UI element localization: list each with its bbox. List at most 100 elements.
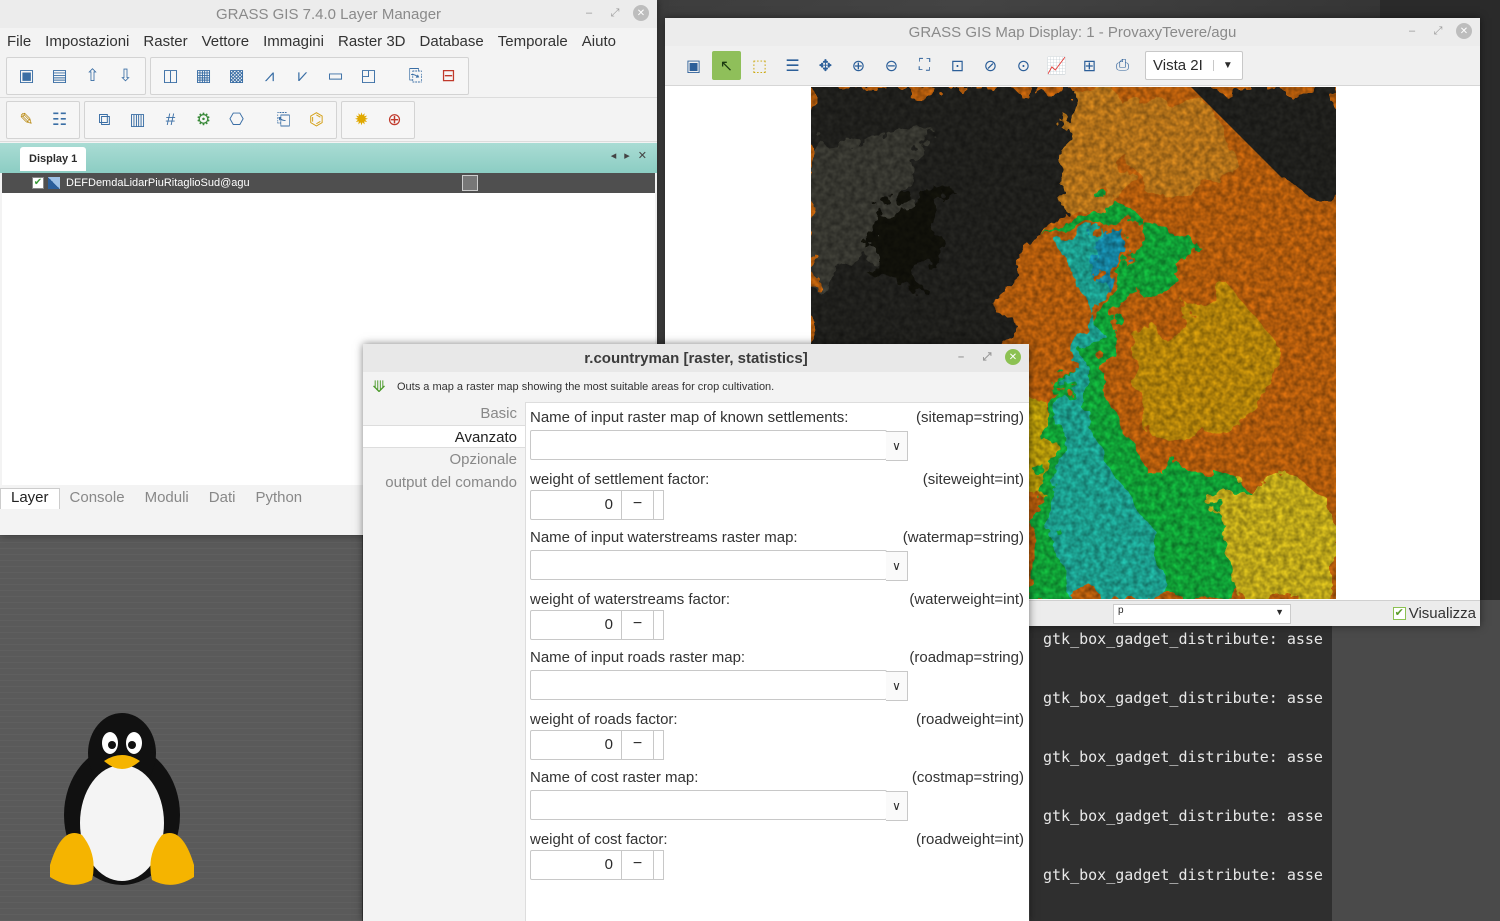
analyze-icon[interactable]: 📈 bbox=[1042, 51, 1071, 80]
save-map-icon[interactable]: ⎙ bbox=[1108, 51, 1137, 80]
increment-button[interactable] bbox=[654, 730, 664, 760]
georectify-icon[interactable]: ⧉ bbox=[91, 106, 118, 133]
tab-layer[interactable]: Layer bbox=[0, 488, 60, 509]
decrement-button[interactable]: − bbox=[622, 490, 654, 520]
script-icon[interactable]: ⎗ bbox=[270, 106, 297, 133]
menu-file[interactable]: File bbox=[7, 33, 31, 50]
maximize-icon[interactable]: ⤢ bbox=[1430, 23, 1446, 39]
remove-layer-icon[interactable]: ⊟ bbox=[435, 62, 462, 89]
decoration-icon[interactable]: ⊞ bbox=[1075, 51, 1104, 80]
settings-gear-icon[interactable]: ✹ bbox=[348, 106, 375, 133]
section-basic[interactable]: Basic bbox=[363, 402, 525, 425]
chevron-down-icon[interactable]: ∨ bbox=[886, 671, 908, 701]
zoom-extent-icon[interactable]: ⛶ bbox=[910, 51, 939, 80]
tab-close-icon[interactable]: ✕ bbox=[638, 149, 647, 162]
decrement-button[interactable]: − bbox=[622, 850, 654, 880]
cartographic-composer-icon[interactable]: ⎔ bbox=[223, 106, 250, 133]
menu-vector[interactable]: Vettore bbox=[202, 33, 250, 50]
increment-button[interactable] bbox=[654, 850, 664, 880]
terminal-window[interactable]: gtk_box_gadget_distribute: asse gtk_box_… bbox=[1030, 625, 1332, 921]
add-raster-misc-icon[interactable]: ▩ bbox=[223, 62, 250, 89]
minimize-icon[interactable]: – bbox=[581, 5, 597, 21]
tab-console[interactable]: Console bbox=[60, 489, 135, 509]
menu-temporal[interactable]: Temporale bbox=[498, 33, 568, 50]
select-icon[interactable]: ⬚ bbox=[745, 51, 774, 80]
menu-database[interactable]: Database bbox=[420, 33, 484, 50]
layer-visibility-checkbox[interactable]: ✔ bbox=[32, 177, 44, 189]
close-icon[interactable]: ✕ bbox=[1005, 349, 1021, 365]
maximize-icon[interactable]: ⤢ bbox=[979, 349, 995, 365]
close-icon[interactable]: ✕ bbox=[633, 5, 649, 21]
add-vector-icon[interactable]: ⩘ bbox=[256, 62, 283, 89]
add-raster-icon[interactable]: ▦ bbox=[190, 62, 217, 89]
pan-icon[interactable]: ✥ bbox=[811, 51, 840, 80]
module-dialog[interactable]: r.countryman [raster, statistics] – ⤢ ✕ … bbox=[363, 344, 1029, 921]
section-command-output[interactable]: output del comando bbox=[363, 471, 525, 494]
edit-vector-icon[interactable]: ✎ bbox=[13, 106, 40, 133]
calculator-icon[interactable]: ▥ bbox=[124, 106, 151, 133]
add-vector-misc-icon[interactable]: ⩗ bbox=[289, 62, 316, 89]
tab-left-icon[interactable]: ◂ bbox=[611, 149, 617, 162]
render-toggle[interactable]: ✔ Visualizza bbox=[1392, 605, 1476, 622]
costmap-combo[interactable]: ∨ bbox=[530, 790, 908, 821]
tab-display-1[interactable]: Display 1 bbox=[20, 147, 87, 171]
decrement-button[interactable]: − bbox=[622, 610, 654, 640]
increment-button[interactable] bbox=[654, 610, 664, 640]
import-icon[interactable]: ⎘ bbox=[402, 62, 429, 89]
pointer-icon[interactable]: ↖ bbox=[712, 51, 741, 80]
tab-right-icon[interactable]: ▸ bbox=[624, 149, 630, 162]
render-map-icon[interactable]: ▣ bbox=[679, 51, 708, 80]
section-advanced[interactable]: Avanzato bbox=[363, 425, 525, 448]
minimize-icon[interactable]: – bbox=[953, 349, 969, 365]
layer-item[interactable]: ✔ DEFDemdaLidarPiuRitaglioSud@agu bbox=[2, 173, 655, 193]
add-group-icon[interactable]: ▭ bbox=[322, 62, 349, 89]
help-lifebuoy-icon[interactable]: ⊕ bbox=[381, 106, 408, 133]
maximize-icon[interactable]: ⤢ bbox=[607, 5, 623, 21]
sitemap-combo[interactable]: ∨ bbox=[530, 430, 908, 461]
menu-help[interactable]: Aiuto bbox=[582, 33, 616, 50]
chevron-down-icon[interactable]: ∨ bbox=[886, 431, 908, 461]
zoom-options-icon[interactable]: ⊙ bbox=[1009, 51, 1038, 80]
zoom-out-icon[interactable]: ⊖ bbox=[877, 51, 906, 80]
layer-manager-titlebar[interactable]: GRASS GIS 7.4.0 Layer Manager – ⤢ ✕ bbox=[0, 0, 657, 28]
layer-options-icon[interactable] bbox=[462, 175, 478, 191]
new-workspace-icon[interactable]: ▤ bbox=[46, 62, 73, 89]
zoom-back-icon[interactable]: ⊘ bbox=[976, 51, 1005, 80]
attribute-table-icon[interactable]: ☷ bbox=[46, 106, 73, 133]
status-mode-select[interactable]: p ▼ bbox=[1113, 604, 1291, 624]
chevron-down-icon[interactable]: ▼ bbox=[1275, 607, 1284, 617]
increment-button[interactable] bbox=[654, 490, 664, 520]
roadmap-combo[interactable]: ∨ bbox=[530, 670, 908, 701]
menu-raster3d[interactable]: Raster 3D bbox=[338, 33, 406, 50]
tab-python[interactable]: Python bbox=[245, 489, 312, 509]
chevron-down-icon[interactable]: ∨ bbox=[886, 551, 908, 581]
add-layers-icon[interactable]: ◫ bbox=[157, 62, 184, 89]
chevron-down-icon[interactable]: ▼ bbox=[1212, 60, 1242, 71]
chevron-down-icon[interactable]: ∨ bbox=[886, 791, 908, 821]
view-selector[interactable]: Vista 2I ▼ bbox=[1145, 51, 1243, 80]
render-checkbox[interactable]: ✔ bbox=[1392, 607, 1406, 620]
menu-imagery[interactable]: Immagini bbox=[263, 33, 324, 50]
save-workspace-icon[interactable]: ⇩ bbox=[112, 62, 139, 89]
costweight-input[interactable]: 0 bbox=[530, 850, 622, 880]
roadweight-input[interactable]: 0 bbox=[530, 730, 622, 760]
python-icon[interactable]: ⌬ bbox=[303, 106, 330, 133]
open-workspace-icon[interactable]: ⇧ bbox=[79, 62, 106, 89]
zoom-in-icon[interactable]: ⊕ bbox=[844, 51, 873, 80]
query-icon[interactable]: ☰ bbox=[778, 51, 807, 80]
new-display-icon[interactable]: ▣ bbox=[13, 62, 40, 89]
siteweight-input[interactable]: 0 bbox=[530, 490, 622, 520]
close-icon[interactable]: ✕ bbox=[1456, 23, 1472, 39]
menu-raster[interactable]: Raster bbox=[143, 33, 187, 50]
menu-settings[interactable]: Impostazioni bbox=[45, 33, 129, 50]
minimize-icon[interactable]: – bbox=[1404, 23, 1420, 39]
tab-data[interactable]: Dati bbox=[199, 489, 246, 509]
modeler-icon[interactable]: ⚙ bbox=[190, 106, 217, 133]
map-display-titlebar[interactable]: GRASS GIS Map Display: 1 - ProvaxyTevere… bbox=[665, 18, 1480, 46]
grid-icon[interactable]: # bbox=[157, 106, 184, 133]
tab-modules[interactable]: Moduli bbox=[135, 489, 199, 509]
add-overlay-icon[interactable]: ◰ bbox=[355, 62, 382, 89]
module-dialog-titlebar[interactable]: r.countryman [raster, statistics] – ⤢ ✕ bbox=[363, 344, 1029, 372]
watermap-combo[interactable]: ∨ bbox=[530, 550, 908, 581]
decrement-button[interactable]: − bbox=[622, 730, 654, 760]
